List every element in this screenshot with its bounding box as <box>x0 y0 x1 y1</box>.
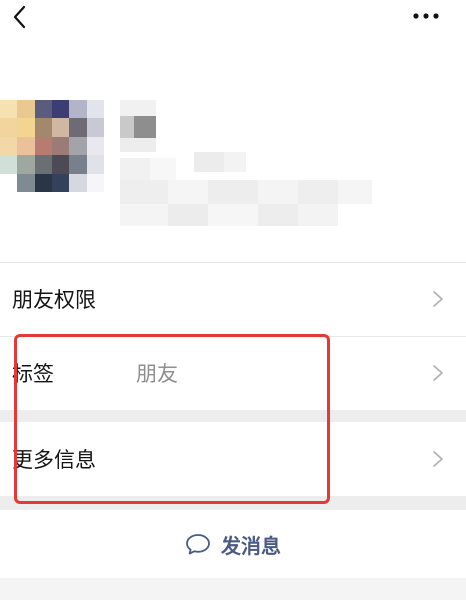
avatar-pixel <box>17 173 35 192</box>
avatar-pixel <box>34 100 52 119</box>
avatar[interactable] <box>0 100 104 192</box>
avatar-pixel <box>86 100 104 119</box>
avatar-pixel <box>17 136 35 156</box>
avatar-pixel <box>52 155 70 174</box>
row-label: 更多信息 <box>12 448 96 472</box>
row-label: 朋友权限 <box>12 288 96 312</box>
bottom-edge <box>0 578 466 600</box>
row-value: 朋友 <box>136 362 178 386</box>
avatar-pixel <box>17 155 35 174</box>
avatar-pixel <box>69 173 87 192</box>
chevron-right-icon <box>433 291 443 307</box>
profile-card <box>0 36 466 260</box>
avatar-pixel <box>86 136 104 156</box>
chevron-left-icon <box>13 5 26 29</box>
avatar-pixel <box>52 118 70 137</box>
avatar-pixel <box>69 118 87 137</box>
more-options-button[interactable] <box>410 6 442 26</box>
avatar-pixel <box>0 136 18 156</box>
top-bar <box>0 0 466 36</box>
avatar-pixel <box>69 155 87 174</box>
row-tags[interactable]: 标签 朋友 <box>0 338 466 408</box>
avatar-pixel <box>52 100 70 119</box>
row-more-info[interactable]: 更多信息 <box>0 424 466 494</box>
send-message-label: 发消息 <box>221 533 281 558</box>
avatar-pixel <box>0 118 18 137</box>
avatar-pixel <box>34 173 52 192</box>
avatar-pixel <box>69 100 87 119</box>
avatar-pixel <box>86 173 104 192</box>
more-horizontal-icon <box>413 13 439 19</box>
chat-bubble-icon <box>186 534 210 555</box>
chevron-right-icon <box>433 451 443 467</box>
pixelated-name-block <box>120 100 372 226</box>
send-message-button[interactable]: 发消息 <box>0 512 466 576</box>
avatar-pixel <box>86 155 104 174</box>
avatar-pixel <box>34 155 52 174</box>
avatar-pixel <box>69 136 87 156</box>
avatar-pixel <box>0 100 18 119</box>
avatar-pixelated-image <box>0 100 104 192</box>
avatar-pixel <box>52 136 70 156</box>
avatar-pixel <box>0 173 18 192</box>
section-gap <box>0 410 466 422</box>
back-button[interactable] <box>6 2 34 32</box>
avatar-pixel <box>52 173 70 192</box>
section-gap <box>0 496 466 510</box>
divider <box>0 262 466 263</box>
avatar-pixel <box>34 118 52 137</box>
avatar-pixel <box>17 118 35 137</box>
avatar-pixel <box>17 100 35 119</box>
avatar-pixel <box>0 155 18 174</box>
chevron-right-icon <box>433 365 443 381</box>
divider <box>0 336 466 337</box>
row-label: 标签 <box>12 362 54 386</box>
row-friend-permissions[interactable]: 朋友权限 <box>0 264 466 334</box>
avatar-pixel <box>34 136 52 156</box>
avatar-pixel <box>86 118 104 137</box>
